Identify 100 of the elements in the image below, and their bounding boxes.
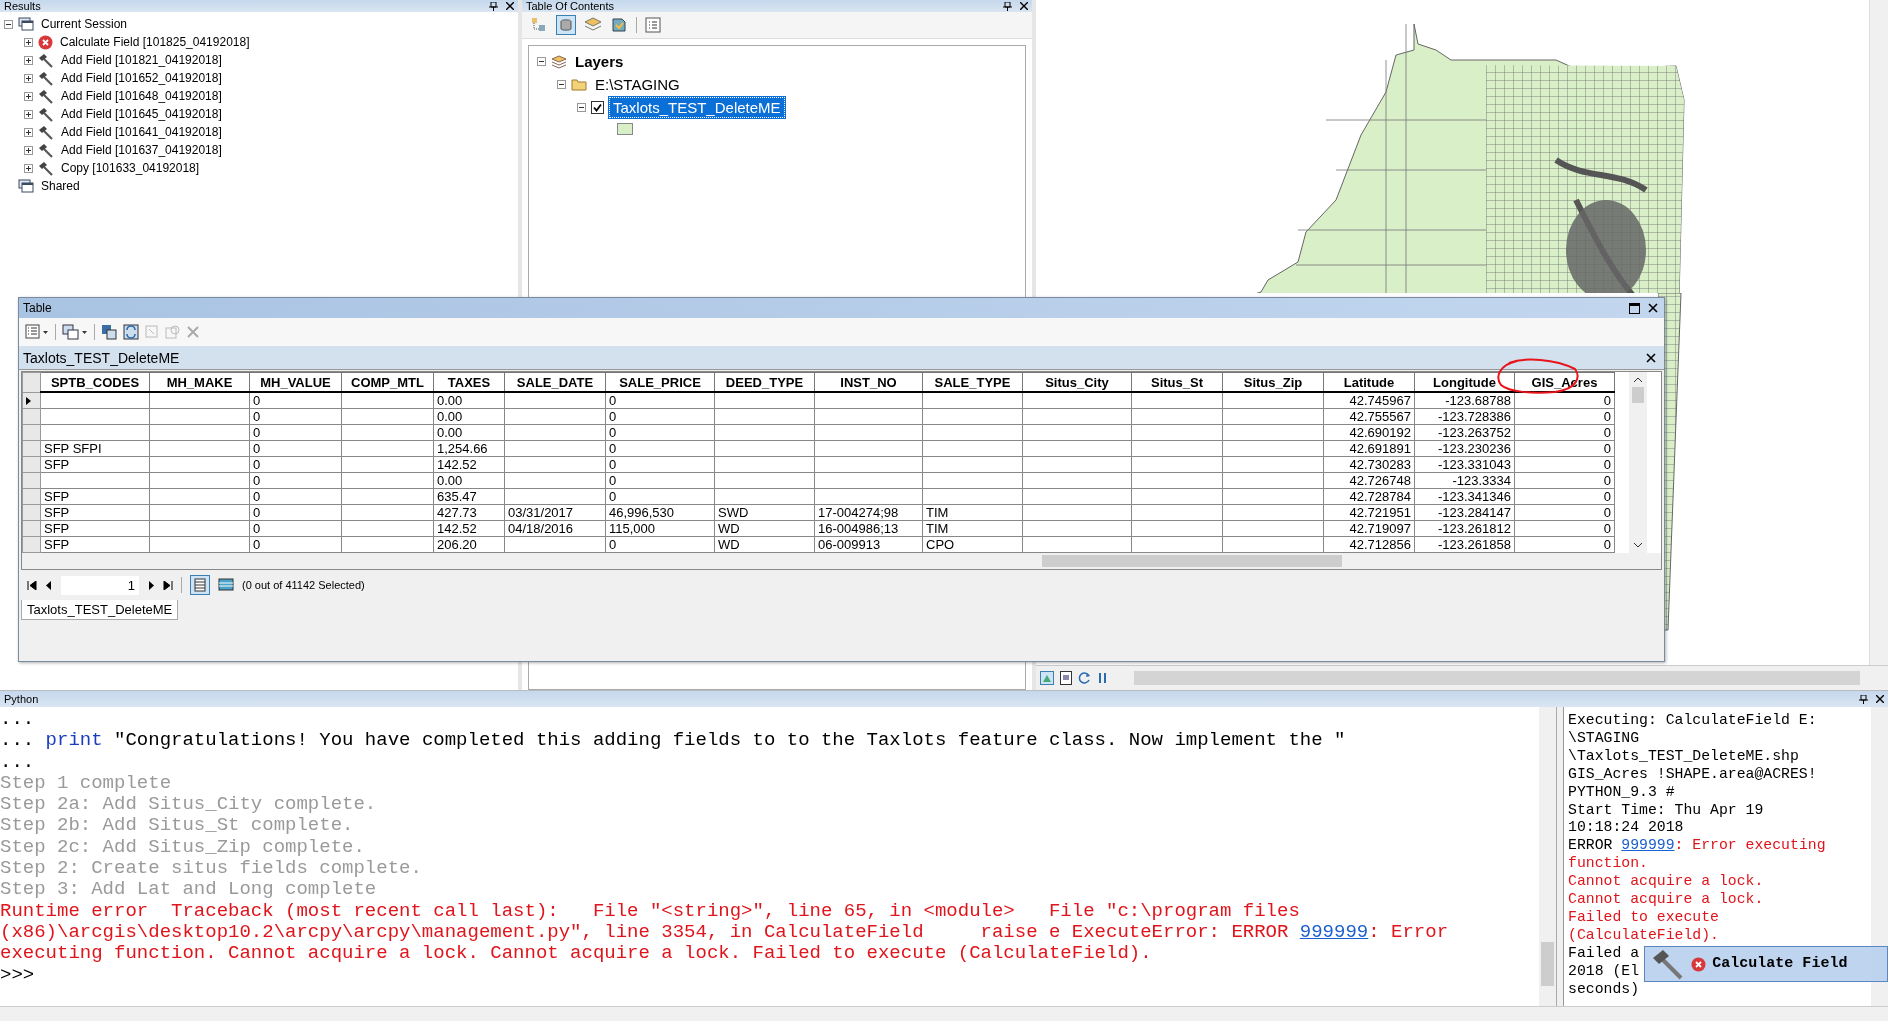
pin-icon[interactable] <box>1003 1 1012 11</box>
column-header[interactable]: COMP_MTL <box>341 372 434 392</box>
options-icon[interactable] <box>645 17 661 33</box>
expander-icon[interactable] <box>24 91 33 101</box>
next-record-icon[interactable] <box>147 580 155 590</box>
expander-icon[interactable] <box>24 145 33 155</box>
column-header[interactable]: Situs_City <box>1022 372 1132 392</box>
toc-item[interactable]: Layers <box>572 52 627 71</box>
list-by-source-icon[interactable] <box>556 15 576 35</box>
table-options-icon[interactable] <box>25 324 49 340</box>
switch-selection-icon[interactable] <box>123 324 139 340</box>
result-item[interactable]: Shared <box>39 179 82 193</box>
result-item[interactable]: Calculate Field [101825_04192018] <box>58 35 252 49</box>
close-icon[interactable] <box>1648 303 1658 313</box>
result-item[interactable]: Add Field [101641_04192018] <box>59 125 224 139</box>
record-number-field[interactable]: 1 <box>61 575 139 595</box>
scroll-thumb[interactable] <box>1632 387 1644 403</box>
table-cell: 0 <box>253 393 261 408</box>
python-console[interactable] <box>0 707 1557 1006</box>
expander-icon[interactable] <box>24 163 33 173</box>
column-header[interactable]: SALE_TYPE <box>922 372 1023 392</box>
table-cell: 0.00 <box>437 409 463 424</box>
console-line: ... print "Congratulations! You have completed this adding fields to to the Taxlots feature class. Now implement the " <box>0 730 1347 752</box>
close-icon[interactable] <box>506 2 514 10</box>
message-line: (CalculateField). <box>1568 926 1719 945</box>
console-scrollbar[interactable] <box>1539 707 1556 1006</box>
maximize-icon[interactable] <box>1629 302 1640 314</box>
list-by-selection-icon[interactable] <box>610 16 628 34</box>
expander-icon[interactable] <box>4 19 13 29</box>
expander-icon[interactable] <box>24 109 33 119</box>
last-record-icon[interactable] <box>163 580 173 590</box>
toc-item[interactable]: Taxlots_TEST_DeleteME <box>609 97 785 118</box>
table-cell: WD <box>718 521 740 536</box>
select-by-attributes-icon[interactable] <box>101 324 117 340</box>
close-icon[interactable] <box>1876 695 1884 703</box>
scroll-up-icon[interactable] <box>1633 376 1643 383</box>
expander-icon[interactable] <box>557 80 566 89</box>
data-view-icon[interactable] <box>1040 671 1054 685</box>
notification-popup[interactable]: Calculate Field <box>1644 946 1888 982</box>
error-code-link[interactable]: 999999 <box>1621 837 1675 854</box>
table-cell: 17-004274;98 <box>818 505 899 520</box>
expander-icon[interactable] <box>24 37 33 47</box>
scroll-down-icon[interactable] <box>1633 542 1643 549</box>
pause-icon[interactable] <box>1098 672 1108 684</box>
pin-icon[interactable] <box>489 1 498 11</box>
previous-record-icon[interactable] <box>45 580 53 590</box>
column-header[interactable]: Latitude <box>1323 372 1415 392</box>
related-tables-icon[interactable] <box>62 324 88 340</box>
result-item[interactable]: Current Session <box>39 17 130 31</box>
table-tab[interactable]: Taxlots_TEST_DeleteME <box>21 600 179 620</box>
message-line: Failed a <box>1568 944 1640 963</box>
error-code-link[interactable]: 999999 <box>1299 920 1369 943</box>
result-item[interactable]: Add Field [101645_04192018] <box>59 107 224 121</box>
result-item[interactable]: Add Field [101652_04192018] <box>59 71 224 85</box>
column-header[interactable]: INST_NO <box>814 372 923 392</box>
close-icon[interactable] <box>1020 2 1028 10</box>
table-horizontal-scrollbar[interactable] <box>22 553 1661 569</box>
column-header[interactable]: Situs_Zip <box>1222 372 1324 392</box>
layout-view-icon[interactable] <box>1060 671 1072 685</box>
column-header[interactable]: SALE_PRICE <box>605 372 715 392</box>
table-cell: 0 <box>1603 489 1611 504</box>
pin-icon[interactable] <box>1859 694 1868 704</box>
result-item[interactable]: Add Field [101637_04192018] <box>59 143 224 157</box>
close-icon[interactable] <box>1646 352 1656 363</box>
column-header[interactable]: Longitude <box>1414 372 1515 392</box>
column-header[interactable]: SALE_DATE <box>504 372 606 392</box>
column-header[interactable]: DEED_TYPE <box>714 372 815 392</box>
console-line: Step 3: Add Lat and Long complete <box>0 879 378 901</box>
expander-icon[interactable] <box>537 57 546 66</box>
expander-icon[interactable] <box>24 55 33 65</box>
column-header[interactable]: Situs_St <box>1131 372 1223 392</box>
column-header[interactable]: TAXES <box>433 372 505 392</box>
error-icon <box>38 34 53 50</box>
table-vertical-scrollbar[interactable] <box>1629 372 1647 553</box>
refresh-icon[interactable] <box>1078 671 1092 685</box>
expander-icon[interactable] <box>577 103 586 112</box>
show-all-records-icon[interactable] <box>190 575 210 595</box>
result-item[interactable]: Add Field [101648_04192018] <box>59 89 224 103</box>
layer-checkbox[interactable] <box>591 101 604 114</box>
expander-icon[interactable] <box>24 127 33 137</box>
map-horizontal-scrollbar[interactable] <box>1134 671 1860 685</box>
toc-item[interactable]: E:\STAGING <box>592 75 683 94</box>
table-cell: 0 <box>253 457 261 472</box>
folder-icon <box>571 78 587 91</box>
table-cell: 0 <box>253 441 261 456</box>
table-cell: SFP <box>44 537 70 552</box>
map-vertical-scrollbar[interactable] <box>1869 0 1888 665</box>
result-item[interactable]: Add Field [101821_04192018] <box>59 53 224 67</box>
expander-icon[interactable] <box>24 73 33 83</box>
error-icon <box>1691 956 1707 972</box>
column-header[interactable]: MH_VALUE <box>249 372 342 392</box>
table-cell: -123.341346 <box>1438 489 1511 504</box>
layers-icon <box>551 54 567 69</box>
column-header[interactable]: SPTB_CODES <box>40 372 150 392</box>
show-selected-records-icon[interactable] <box>218 578 234 592</box>
first-record-icon[interactable] <box>27 580 37 590</box>
table-cell: -123.263752 <box>1438 425 1511 440</box>
table-cell: 46,996,530 <box>609 505 675 520</box>
result-item[interactable]: Copy [101633_04192018] <box>59 161 202 175</box>
column-header[interactable]: MH_MAKE <box>149 372 250 392</box>
